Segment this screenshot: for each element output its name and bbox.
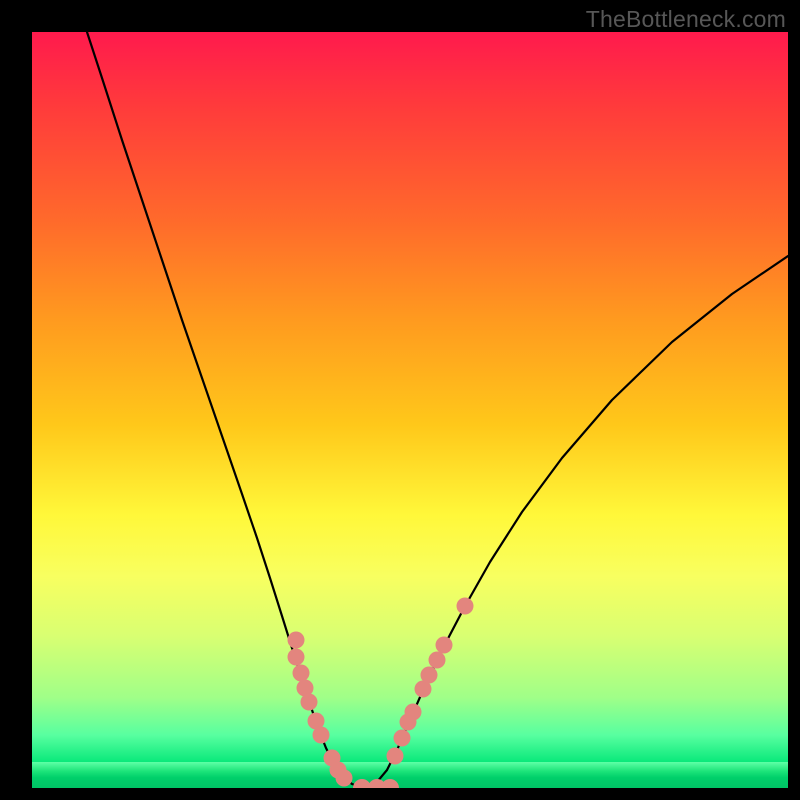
- marker-point: [288, 632, 305, 649]
- chart-frame: TheBottleneck.com: [0, 0, 800, 800]
- marker-point: [387, 748, 404, 765]
- curve-left-curve: [87, 32, 364, 788]
- plot-area: [32, 32, 788, 788]
- marker-point: [301, 694, 318, 711]
- marker-point: [313, 727, 330, 744]
- marker-point: [405, 704, 422, 721]
- marker-point: [394, 730, 411, 747]
- marker-point: [457, 598, 474, 615]
- watermark-text: TheBottleneck.com: [586, 6, 786, 33]
- marker-point: [429, 652, 446, 669]
- marker-point: [436, 637, 453, 654]
- chart-svg: [32, 32, 788, 788]
- curve-right-curve: [364, 256, 788, 788]
- marker-point: [381, 779, 399, 788]
- curve-lines: [87, 32, 788, 788]
- marker-point: [293, 665, 310, 682]
- marker-point: [288, 649, 305, 666]
- data-markers: [288, 598, 474, 789]
- marker-point: [336, 770, 353, 787]
- marker-point: [421, 667, 438, 684]
